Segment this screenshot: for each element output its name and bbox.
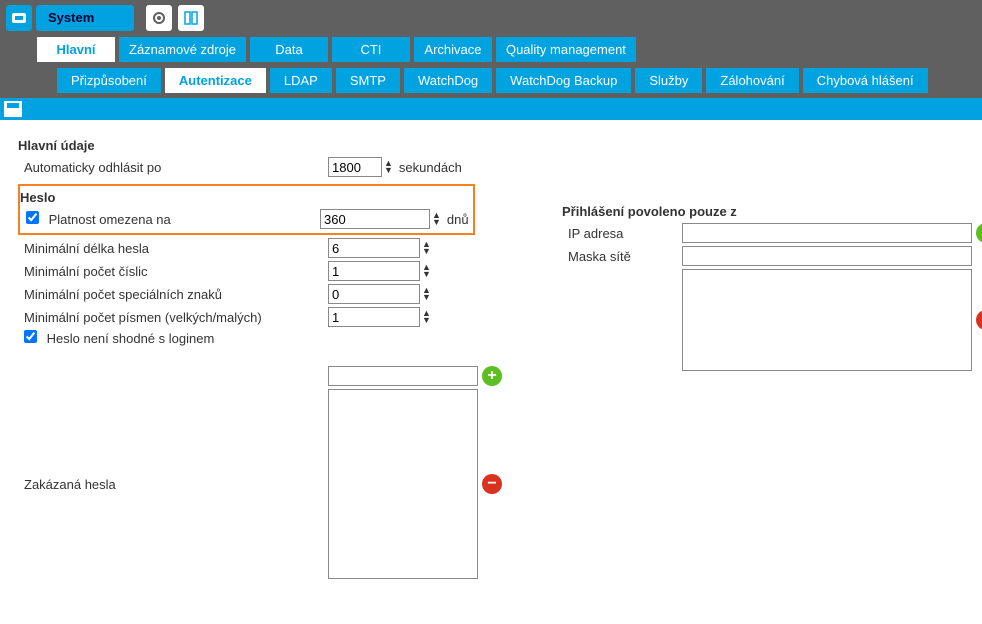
book-icon[interactable] <box>178 5 204 31</box>
content-toolbar <box>0 98 982 120</box>
allowed-remove-button[interactable]: − <box>976 310 982 330</box>
not-login-label: Heslo není shodné s loginem <box>47 331 215 346</box>
allowed-list-row: − <box>562 269 982 371</box>
tab-qm[interactable]: Quality management <box>495 36 637 63</box>
min-letters-label: Minimální počet písmen (velkých/malých) <box>18 310 328 325</box>
validity-spinner[interactable]: ▲▼ <box>432 212 441 226</box>
validity-label: Platnost omezena na <box>49 212 171 227</box>
content-area: Hlavní údaje Automaticky odhlásit po ▲▼ … <box>0 120 982 594</box>
forbidden-remove-button[interactable]: − <box>482 474 502 494</box>
not-login-checkbox[interactable] <box>24 330 37 343</box>
min-length-row: Minimální délka hesla ▲▼ <box>18 238 502 258</box>
min-digits-spinner[interactable]: ▲▼ <box>422 264 431 278</box>
validity-input[interactable] <box>320 209 430 229</box>
left-column: Heslo Platnost omezena na ▲▼ dnů Minimál… <box>18 180 502 582</box>
section-main-title: Hlavní údaje <box>18 138 964 153</box>
min-letters-row: Minimální počet písmen (velkých/malých) … <box>18 307 502 327</box>
page-title: System <box>36 5 134 31</box>
mask-label: Maska sítě <box>562 249 682 264</box>
auto-logout-spinner[interactable]: ▲▼ <box>384 160 393 174</box>
validity-unit: dnů <box>447 212 469 227</box>
forbidden-add-button[interactable]: + <box>482 366 502 386</box>
min-special-row: Minimální počet speciálních znaků ▲▼ <box>18 284 502 304</box>
ip-add-button[interactable]: + <box>976 223 982 243</box>
not-login-row: Heslo není shodné s loginem <box>18 330 502 346</box>
auto-logout-label: Automaticky odhlásit po <box>18 160 328 175</box>
subtab-auth[interactable]: Autentizace <box>164 67 267 94</box>
forbidden-label: Zakázaná hesla <box>18 477 328 492</box>
subtab-backup[interactable]: Zálohování <box>705 67 799 94</box>
primary-tabs: Hlavní Záznamové zdroje Data CTI Archiva… <box>0 36 982 67</box>
ip-row: IP adresa + <box>562 223 982 243</box>
min-digits-label: Minimální počet číslic <box>18 264 328 279</box>
min-length-label: Minimální délka hesla <box>18 241 328 256</box>
min-digits-input[interactable] <box>328 261 420 281</box>
validity-highlight: Heslo Platnost omezena na ▲▼ dnů <box>18 184 475 235</box>
min-special-input[interactable] <box>328 284 420 304</box>
subtab-customize[interactable]: Přizpůsobení <box>56 67 162 94</box>
subtab-smtp[interactable]: SMTP <box>335 67 401 94</box>
ip-input[interactable] <box>682 223 972 243</box>
subtab-watchdog[interactable]: WatchDog <box>403 67 493 94</box>
forbidden-list-row: Zakázaná hesla − <box>18 389 502 579</box>
auto-logout-row: Automaticky odhlásit po ▲▼ sekundách <box>18 157 964 177</box>
min-letters-spinner[interactable]: ▲▼ <box>422 310 431 324</box>
forbidden-listbox[interactable] <box>328 389 478 579</box>
mask-input[interactable] <box>682 246 972 266</box>
tab-data[interactable]: Data <box>249 36 329 63</box>
auto-logout-input[interactable] <box>328 157 382 177</box>
subtab-watchdog-backup[interactable]: WatchDog Backup <box>495 67 632 94</box>
min-digits-row: Minimální počet číslic ▲▼ <box>18 261 502 281</box>
right-column: Přihlášení povoleno pouze z IP adresa + … <box>562 180 982 374</box>
forbidden-new-input[interactable] <box>328 366 478 386</box>
validity-checkbox[interactable] <box>26 211 39 224</box>
min-length-input[interactable] <box>328 238 420 258</box>
forbidden-add-row: + <box>18 366 502 386</box>
validity-row: Platnost omezena na ▲▼ dnů <box>20 209 469 229</box>
tab-cti[interactable]: CTI <box>331 36 411 63</box>
min-letters-input[interactable] <box>328 307 420 327</box>
secondary-tabs: Přizpůsobení Autentizace LDAP SMTP Watch… <box>0 67 982 98</box>
tab-main[interactable]: Hlavní <box>36 36 116 63</box>
allowed-listbox[interactable] <box>682 269 972 371</box>
subtab-services[interactable]: Služby <box>634 67 703 94</box>
ip-label: IP adresa <box>562 226 682 241</box>
not-login-wrap: Heslo není shodné s loginem <box>18 330 328 346</box>
topbar: System <box>0 0 982 36</box>
section-password-title: Heslo <box>20 190 469 205</box>
mask-row: Maska sítě <box>562 246 982 266</box>
subtab-ldap[interactable]: LDAP <box>269 67 333 94</box>
validity-label-wrap: Platnost omezena na <box>20 211 320 227</box>
min-special-label: Minimální počet speciálních znaků <box>18 287 328 302</box>
subtab-errors[interactable]: Chybová hlášení <box>802 67 929 94</box>
save-icon[interactable] <box>4 101 22 117</box>
login-from-title: Přihlášení povoleno pouze z <box>562 204 982 219</box>
min-length-spinner[interactable]: ▲▼ <box>422 241 431 255</box>
min-special-spinner[interactable]: ▲▼ <box>422 287 431 301</box>
camera-icon[interactable] <box>146 5 172 31</box>
tab-archive[interactable]: Archivace <box>413 36 493 63</box>
auto-logout-unit: sekundách <box>399 160 462 175</box>
tab-sources[interactable]: Záznamové zdroje <box>118 36 247 63</box>
app-icon <box>6 5 32 31</box>
